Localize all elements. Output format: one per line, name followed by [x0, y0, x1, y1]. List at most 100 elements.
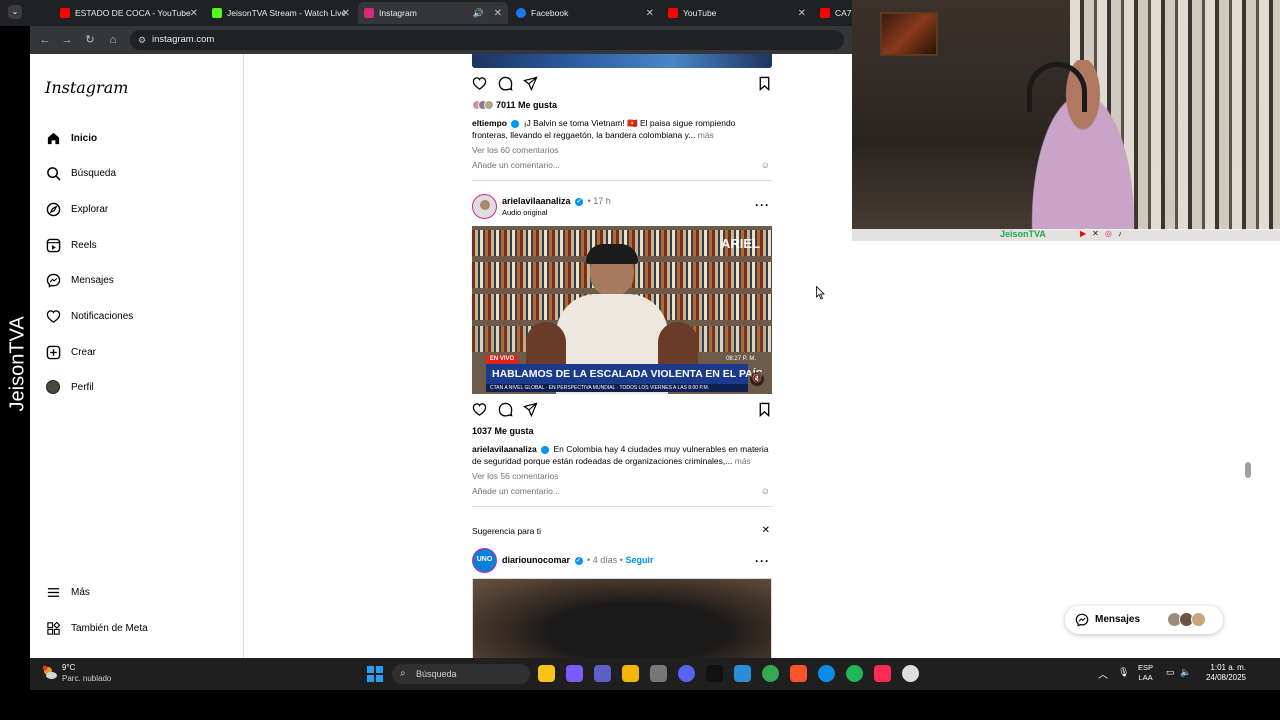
post-time[interactable]: 4 días	[593, 555, 618, 565]
grid-icon	[45, 620, 61, 636]
folder-icon[interactable]	[622, 665, 639, 682]
edge-icon[interactable]	[818, 665, 835, 682]
avatar[interactable]: UNO	[472, 548, 497, 573]
mute-icon[interactable]: 🔇	[750, 372, 764, 386]
post-time[interactable]: 17 h	[593, 196, 611, 206]
comment-icon[interactable]	[498, 402, 514, 418]
post-header: arielavilaanaliza ✓ • 17 h Audio origina…	[472, 194, 772, 220]
avatar[interactable]	[472, 194, 497, 219]
add-comment-field[interactable]: Añade un comentario... ☺	[472, 160, 772, 181]
sidebar-item-inicio[interactable]: Inicio	[45, 128, 97, 148]
microphone-icon[interactable]: 🎙	[1118, 667, 1129, 678]
clock[interactable]: 1:01 a. m. 24/08/2025	[1202, 663, 1246, 683]
bookmark-icon[interactable]	[757, 402, 773, 418]
sidebar-item-tambien-de-meta[interactable]: También de Meta	[45, 618, 148, 638]
discord-icon[interactable]	[678, 665, 695, 682]
view-comments-link[interactable]: Ver los 56 comentarios	[472, 471, 558, 481]
close-icon[interactable]: ✕	[342, 8, 350, 19]
forward-arrow-icon[interactable]: →	[60, 33, 74, 47]
tab-instagram[interactable]: Instagram 🔊 ✕	[358, 2, 508, 24]
more-options-icon[interactable]: ···	[755, 554, 770, 568]
site-info-icon[interactable]: ⚙	[138, 30, 146, 50]
sidebar-item-reels[interactable]: Reels	[45, 235, 97, 255]
post-image[interactable]	[472, 54, 772, 68]
instagram-logo[interactable]: Instagram	[45, 78, 128, 97]
more-link[interactable]: más	[735, 456, 751, 466]
tiktok-icon[interactable]	[706, 665, 723, 682]
share-icon[interactable]	[523, 76, 539, 92]
network-icon[interactable]: ▭	[1166, 667, 1175, 678]
page-scrollbar[interactable]	[1245, 462, 1251, 478]
chrome-icon[interactable]	[762, 665, 779, 682]
tab-youtube[interactable]: YouTube ✕	[662, 2, 812, 24]
heart-icon[interactable]	[472, 402, 488, 418]
lang-line2: LAA	[1138, 673, 1153, 682]
sidebar-item-mensajes[interactable]: Mensajes	[45, 270, 114, 290]
emoji-icon[interactable]: ☺	[761, 160, 770, 170]
sidebar-item-busqueda[interactable]: Búsqueda	[45, 163, 116, 183]
post-username[interactable]: diariounocomar	[502, 555, 570, 565]
back-arrow-icon[interactable]: ←	[38, 33, 52, 47]
add-comment-field[interactable]: Añade un comentario... ☺	[472, 486, 772, 507]
audio-label[interactable]: Audio original	[502, 208, 547, 217]
start-button[interactable]	[367, 666, 383, 682]
sidebar-item-label: Más	[71, 586, 90, 598]
likes-count[interactable]: 7011 Me gusta	[472, 100, 557, 110]
sidebar-item-notificaciones[interactable]: Notificaciones	[45, 306, 133, 326]
tab-ca7r[interactable]: CA7R	[814, 2, 852, 24]
teams-icon[interactable]	[594, 665, 611, 682]
post-image[interactable]	[472, 578, 772, 658]
caption-username[interactable]: eltiempo	[472, 118, 507, 128]
taskbar-search[interactable]: ⌕ Búsqueda	[392, 664, 530, 684]
heart-icon[interactable]	[472, 76, 488, 92]
tab-kick-stream[interactable]: JeisonTVA Stream - Watch Live ✕	[206, 2, 356, 24]
app-icon[interactable]	[734, 665, 751, 682]
sidebar-item-crear[interactable]: Crear	[45, 342, 96, 362]
post-header: UNO diariounocomar ✓ • 4 días • Seguir ·…	[472, 548, 772, 574]
more-link[interactable]: más	[698, 130, 714, 140]
channel-brand: ARIEL	[721, 236, 760, 251]
address-bar[interactable]: ⚙ instagram.com	[130, 30, 844, 50]
sidebar-item-explorar[interactable]: Explorar	[45, 199, 108, 219]
close-icon[interactable]: ✕	[190, 8, 198, 19]
instagram-icon	[364, 8, 374, 18]
follow-button[interactable]: Seguir	[625, 555, 653, 565]
close-icon[interactable]: ✕	[762, 525, 770, 536]
speaker-icon[interactable]: 🔊	[473, 8, 484, 19]
weather-desc[interactable]: Parc. nublado	[62, 674, 111, 683]
weather-icon[interactable]	[42, 665, 58, 681]
post-video[interactable]: ARIEL EN VIVO 08:27 P. M. HABLAMOS DE LA…	[472, 226, 772, 394]
share-icon[interactable]	[523, 402, 539, 418]
x-icon: ✕	[1092, 229, 1105, 238]
brave-icon[interactable]	[790, 665, 807, 682]
tiktok-studio-icon[interactable]	[874, 665, 891, 682]
bookmark-icon[interactable]	[757, 76, 773, 92]
language-indicator[interactable]: ESP LAA	[1138, 663, 1153, 683]
weather-temp[interactable]: 9°C	[62, 663, 75, 672]
close-icon[interactable]: ✕	[494, 8, 502, 19]
close-icon[interactable]: ✕	[798, 8, 806, 19]
caption-username[interactable]: arielavilaanaliza	[472, 444, 537, 454]
tab-list-button[interactable]: ⌄	[8, 5, 22, 19]
likes-count[interactable]: 1037 Me gusta	[472, 426, 534, 436]
obs-icon[interactable]	[902, 665, 919, 682]
post-username[interactable]: arielavilaanaliza	[502, 196, 571, 206]
reload-icon[interactable]: ↻	[83, 33, 97, 47]
tab-youtube-coca[interactable]: ESTADO DE COCA - YouTube ✕	[54, 2, 204, 24]
more-options-icon[interactable]: ···	[755, 198, 770, 212]
comment-icon[interactable]	[498, 76, 514, 92]
copilot-icon[interactable]	[566, 665, 583, 682]
volume-icon[interactable]: 🔈	[1180, 667, 1191, 678]
file-explorer-icon[interactable]	[538, 665, 555, 682]
settings-icon[interactable]	[650, 665, 667, 682]
sidebar-item-perfil[interactable]: Perfil	[45, 377, 94, 397]
spotify-icon[interactable]	[846, 665, 863, 682]
messages-pill[interactable]: Mensajes	[1065, 606, 1223, 634]
close-icon[interactable]: ✕	[646, 8, 654, 19]
emoji-icon[interactable]: ☺	[761, 486, 770, 496]
sidebar-item-mas[interactable]: Más	[45, 582, 90, 602]
chevron-up-icon[interactable]: ︿	[1098, 666, 1108, 681]
home-icon[interactable]: ⌂	[106, 33, 120, 47]
view-comments-link[interactable]: Ver los 60 comentarios	[472, 145, 558, 155]
tab-facebook[interactable]: Facebook ✕	[510, 2, 660, 24]
